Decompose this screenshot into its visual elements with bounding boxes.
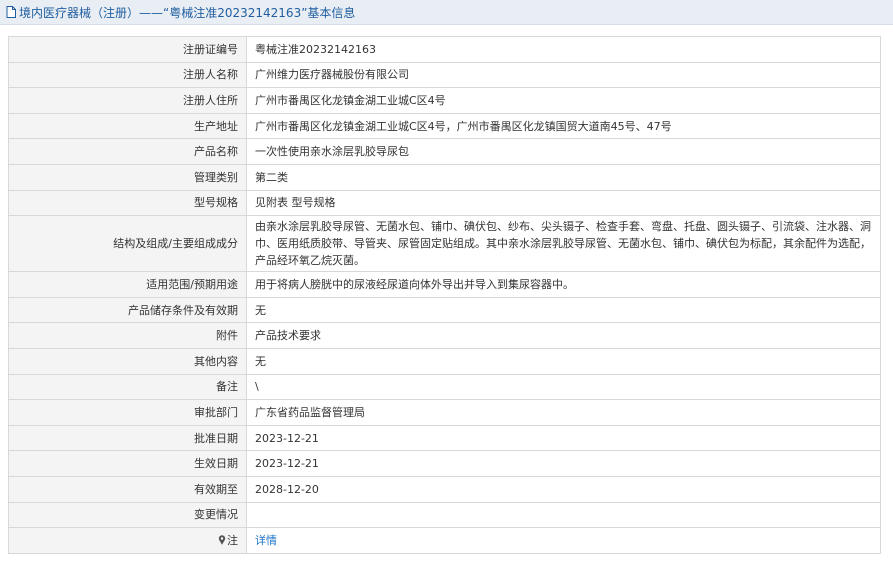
row-value: 一次性使用亲水涂层乳胶导尿包 — [246, 138, 881, 165]
row-label: 生产地址 — [8, 112, 247, 140]
row-label: 注册证编号 — [8, 36, 247, 63]
note-value: 详情 — [246, 527, 881, 554]
table-row: 产品名称 一次性使用亲水涂层乳胶导尿包 — [8, 138, 881, 165]
table-row: 生产地址 广州市番禺区化龙镇金湖工业城C区4号，广州市番禺区化龙镇国贸大道南45… — [8, 112, 881, 140]
row-value: 2023-12-21 — [246, 450, 881, 477]
info-table-wrap: 注册证编号 粤械注准20232142163 注册人名称 广州维力医疗器械股份有限… — [8, 36, 881, 554]
row-label: 产品名称 — [8, 138, 247, 165]
row-label: 附件 — [8, 322, 247, 349]
row-label: 备注 — [8, 373, 247, 401]
row-label: 管理类别 — [8, 163, 247, 191]
table-row: 管理类别 第二类 — [8, 163, 881, 191]
row-label: 注册人住所 — [8, 87, 247, 114]
table-row: 型号规格 见附表 型号规格 — [8, 189, 881, 217]
row-value: 由亲水涂层乳胶导尿管、无菌水包、铺巾、碘伏包、纱布、尖头镊子、检查手套、弯盘、托… — [246, 215, 881, 273]
row-value: 广东省药品监督管理局 — [246, 399, 881, 426]
page-title: 境内医疗器械（注册）——“粤械注准20232142163”基本信息 — [19, 5, 356, 20]
row-label: 产品储存条件及有效期 — [8, 296, 247, 324]
details-link[interactable]: 详情 — [255, 534, 277, 547]
table-row: 批准日期 2023-12-21 — [8, 424, 881, 452]
table-row: 适用范围/预期用途 用于将病人膀胱中的尿液经尿道向体外导出并导入到集尿容器中。 — [8, 271, 881, 298]
table-row: 注册人住所 广州市番禺区化龙镇金湖工业城C区4号 — [8, 87, 881, 114]
note-label-text: 注 — [227, 533, 238, 547]
table-row-note: 注 详情 — [8, 527, 881, 554]
row-value: 2023-12-21 — [246, 424, 881, 452]
table-row: 注册证编号 粤械注准20232142163 — [8, 36, 881, 63]
row-value: 无 — [246, 296, 881, 324]
note-label: 注 — [8, 527, 247, 554]
info-table: 注册证编号 粤械注准20232142163 注册人名称 广州维力医疗器械股份有限… — [8, 36, 881, 554]
row-value: 广州市番禺区化龙镇金湖工业城C区4号 — [246, 87, 881, 114]
table-row: 其他内容 无 — [8, 347, 881, 375]
row-label: 其他内容 — [8, 347, 247, 375]
row-value: 第二类 — [246, 163, 881, 191]
page-header: 境内医疗器械（注册）——“粤械注准20232142163”基本信息 — [0, 0, 893, 25]
table-row: 变更情况 — [8, 501, 881, 529]
document-icon — [6, 6, 16, 18]
table-row: 审批部门 广东省药品监督管理局 — [8, 399, 881, 426]
table-row: 附件 产品技术要求 — [8, 322, 881, 349]
table-row: 注册人名称 广州维力医疗器械股份有限公司 — [8, 61, 881, 89]
table-row: 有效期至 2028-12-20 — [8, 475, 881, 503]
table-row: 备注 \ — [8, 373, 881, 401]
row-label: 适用范围/预期用途 — [8, 271, 247, 298]
row-label: 审批部门 — [8, 399, 247, 426]
pin-icon — [218, 533, 226, 545]
table-row: 结构及组成/主要组成成分 由亲水涂层乳胶导尿管、无菌水包、铺巾、碘伏包、纱布、尖… — [8, 215, 881, 273]
table-row: 产品储存条件及有效期 无 — [8, 296, 881, 324]
row-value: 粤械注准20232142163 — [246, 36, 881, 63]
row-label: 型号规格 — [8, 189, 247, 217]
row-label: 变更情况 — [8, 501, 247, 529]
row-value — [246, 501, 881, 529]
row-label: 注册人名称 — [8, 61, 247, 89]
row-value: 无 — [246, 347, 881, 375]
table-row: 生效日期 2023-12-21 — [8, 450, 881, 477]
row-value: 广州市番禺区化龙镇金湖工业城C区4号，广州市番禺区化龙镇国贸大道南45号、47号 — [246, 112, 881, 140]
row-value: 用于将病人膀胱中的尿液经尿道向体外导出并导入到集尿容器中。 — [246, 271, 881, 298]
row-value: 见附表 型号规格 — [246, 189, 881, 217]
row-label: 结构及组成/主要组成成分 — [8, 215, 247, 273]
row-label: 有效期至 — [8, 475, 247, 503]
row-label: 批准日期 — [8, 424, 247, 452]
row-value: \ — [246, 373, 881, 401]
row-value: 2028-12-20 — [246, 475, 881, 503]
row-label: 生效日期 — [8, 450, 247, 477]
row-value: 广州维力医疗器械股份有限公司 — [246, 61, 881, 89]
row-value: 产品技术要求 — [246, 322, 881, 349]
